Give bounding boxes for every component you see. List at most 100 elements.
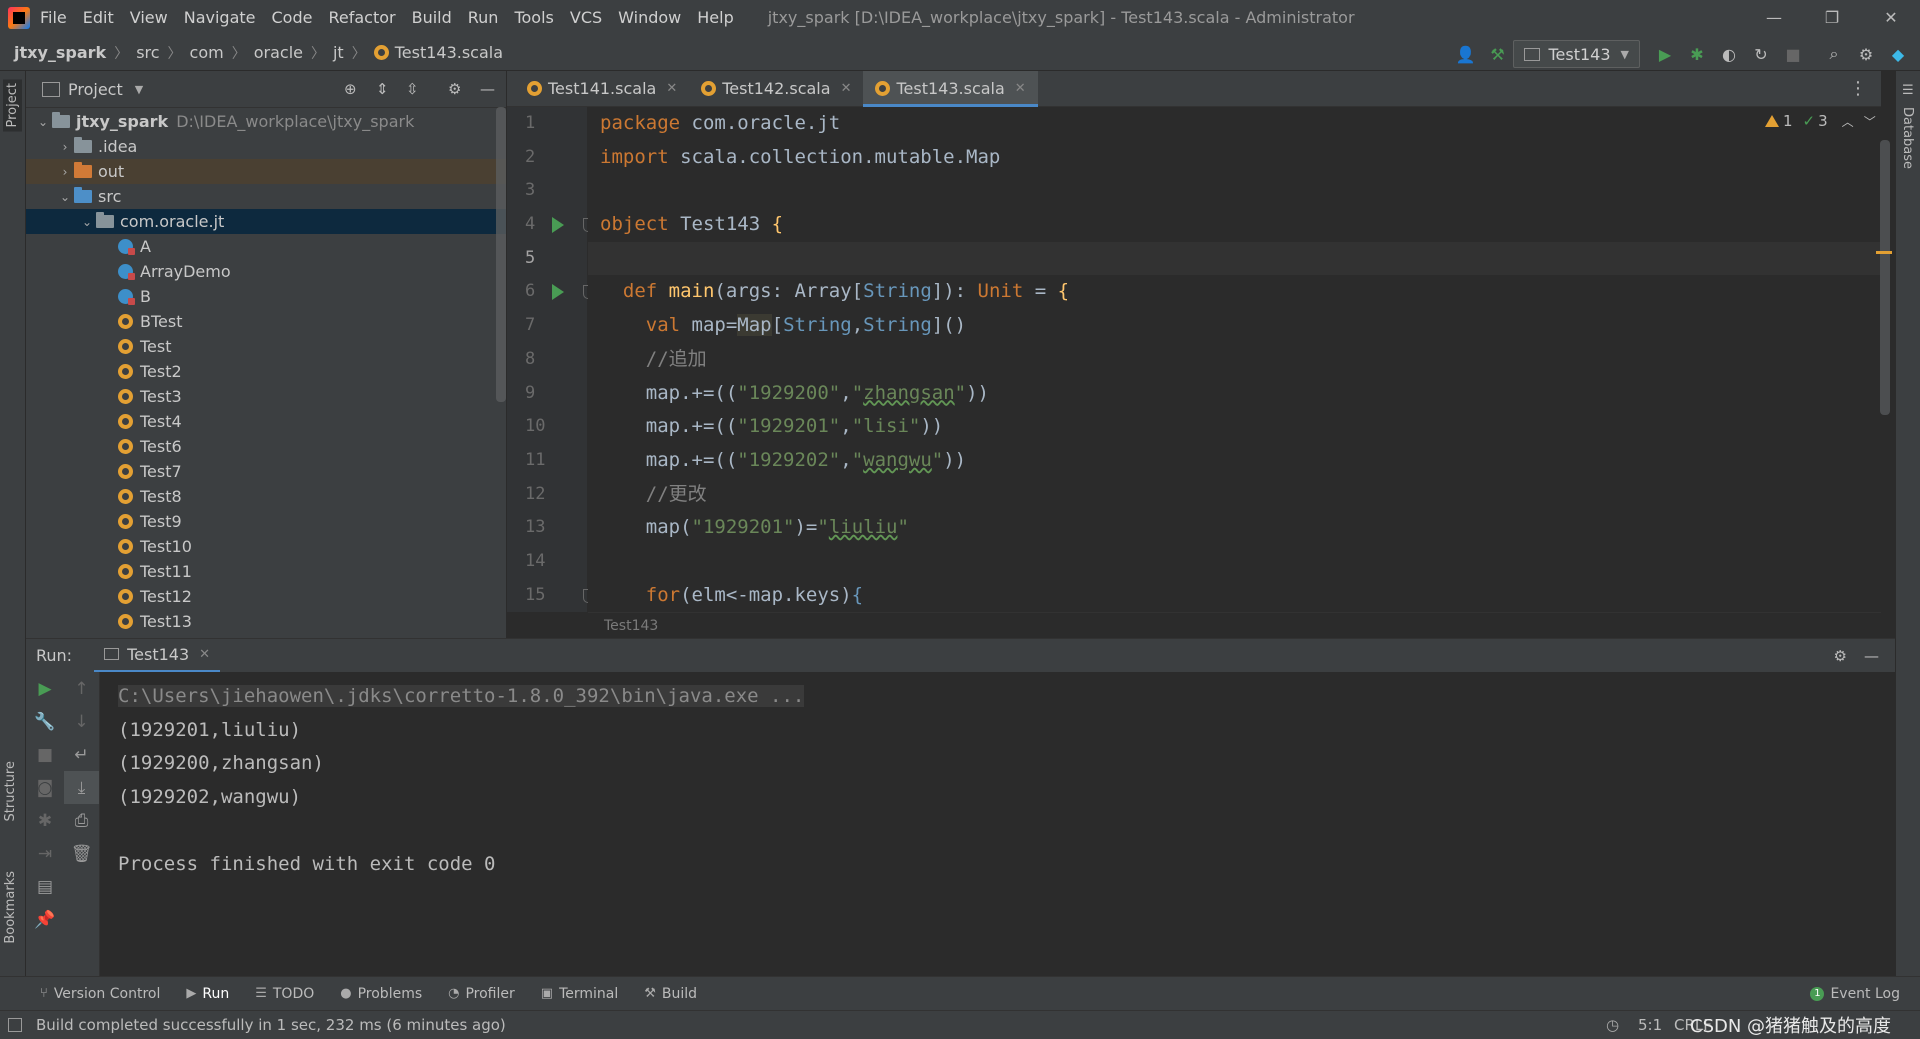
problems-tool[interactable]: ● Problems [340,986,422,1002]
breadcrumb-file[interactable]: Test143.scala [395,43,503,62]
menu-window[interactable]: Window [618,8,681,27]
exit-icon[interactable]: ⇥ [26,837,64,870]
tree-item[interactable]: ⌄ com.oracle.jt [26,209,506,234]
stop-icon[interactable]: ■ [1782,43,1804,65]
close-icon[interactable]: ✕ [841,81,852,96]
tree-item[interactable]: Test9 [26,509,506,534]
tree-item[interactable]: Test12 [26,584,506,609]
tree-item[interactable]: ⌄ jtxy_spark D:\IDEA_workplace\jtxy_spark [26,109,506,134]
tree-item[interactable]: Test2 [26,359,506,384]
chevron-down-icon[interactable]: ⌄ [34,115,52,129]
warning-stripe-marker[interactable] [1876,251,1892,254]
restore-button[interactable]: ❐ [1803,0,1861,35]
tree-item[interactable]: Test8 [26,484,506,509]
chevron-down-icon[interactable]: ▼ [135,83,143,96]
search-icon[interactable]: ⌕ [1823,43,1845,65]
plugin-icon[interactable]: ◆ [1887,43,1909,65]
tree-item[interactable]: Test3 [26,384,506,409]
scroll-to-end-icon[interactable]: ⤓ [64,771,99,804]
tree-item[interactable]: Test6 [26,434,506,459]
chevron-right-icon[interactable]: › [56,140,74,154]
tree-item[interactable]: ArrayDemo [26,259,506,284]
menu-tools[interactable]: Tools [514,8,553,27]
rerun-icon[interactable]: ▶ [26,672,64,705]
tree-item[interactable]: Test11 [26,559,506,584]
tree-item[interactable]: › .idea [26,134,506,159]
breadcrumb-com[interactable]: com [190,43,224,62]
soft-wrap-icon[interactable]: ↵ [64,738,99,771]
close-icon[interactable]: ✕ [199,647,210,662]
arrow-down-icon[interactable]: ↓ [64,705,99,738]
tab-test142[interactable]: Test142.scala ✕ [689,71,863,107]
run-gutter-icon[interactable] [552,284,564,301]
tree-item[interactable]: › out [26,159,506,184]
tree-item[interactable]: BTest [26,309,506,334]
minimize-button[interactable]: — [1745,0,1803,35]
more-tabs-icon[interactable]: ⋮ [1849,78,1867,99]
code-editor[interactable]: package com.oracle.jt import scala.colle… [588,107,1881,612]
coverage-icon[interactable]: ◐ [1718,43,1740,65]
menu-code[interactable]: Code [272,8,313,27]
profiler-tool[interactable]: ◔ Profiler [448,986,515,1002]
bookmarks-tool-tab[interactable]: Bookmarks [3,871,18,944]
menu-help[interactable]: Help [697,8,733,27]
breadcrumb-oracle[interactable]: oracle [254,43,303,62]
menu-view[interactable]: View [130,8,168,27]
toggle-tool-windows-icon[interactable] [8,1018,22,1032]
tree-item[interactable]: ⌄ src [26,184,506,209]
chevron-down-icon[interactable]: ﹀ [1864,113,1876,130]
menu-refactor[interactable]: Refactor [328,8,395,27]
project-tool-tab[interactable]: Project [3,79,22,132]
close-window-button[interactable]: ✕ [1862,0,1920,35]
hide-panel-icon[interactable]: — [480,80,495,98]
camera-icon[interactable]: ◙ [26,771,64,804]
close-icon[interactable]: ✕ [666,81,677,96]
pin-icon[interactable]: 📌 [26,903,64,936]
user-icon[interactable]: 👤 [1454,43,1476,65]
tree-item[interactable]: Test7 [26,459,506,484]
structure-tool-tab[interactable]: Structure [3,761,18,821]
run-icon[interactable]: ▶ [1654,43,1676,65]
editor-scrollbar[interactable] [1880,140,1890,415]
tree-item[interactable]: Test13 [26,609,506,634]
menu-run[interactable]: Run [468,8,499,27]
run-configuration-select[interactable]: Test143 ▼ [1513,40,1640,68]
profile-icon[interactable]: ↻ [1750,43,1772,65]
breadcrumb-src[interactable]: src [136,43,159,62]
stop-icon[interactable]: ■ [26,738,64,771]
todo-tool[interactable]: ☰ TODO [255,986,314,1002]
chevron-down-icon[interactable]: ⌄ [56,190,74,204]
run-gutter-icon[interactable] [552,217,564,234]
chevron-up-icon[interactable]: ︿ [1842,113,1854,130]
expand-all-icon[interactable]: ⇕ [376,80,389,98]
menu-file[interactable]: File [40,8,67,27]
locate-icon[interactable]: ⊕ [344,80,357,98]
gear-icon[interactable]: ⚙ [1855,43,1877,65]
tab-test143[interactable]: Test143.scala ✕ [863,70,1038,107]
menu-vcs[interactable]: VCS [570,8,602,27]
tree-item[interactable]: Test4 [26,409,506,434]
event-log-tool[interactable]: 1 Event Log [1810,986,1900,1002]
project-panel-title[interactable]: Project [68,80,123,99]
console-output[interactable]: C:\Users\jiehaowen\.jdks\corretto-1.8.0_… [100,672,1895,976]
hide-panel-icon[interactable]: — [1864,647,1879,665]
build-hammer-icon[interactable]: ⚒ [1486,43,1508,65]
tree-item[interactable]: Test10 [26,534,506,559]
gear-icon[interactable]: ⚙ [1834,647,1847,665]
build-tool[interactable]: ⚒ Build [644,986,697,1002]
menu-edit[interactable]: Edit [83,8,114,27]
debug-icon[interactable]: ✱ [1686,43,1708,65]
terminal-tool[interactable]: ▣ Terminal [541,986,618,1002]
project-scrollbar[interactable] [496,107,506,402]
inspection-widget[interactable]: 1 ✓ 3 ︿ ﹀ [1765,112,1876,130]
database-tool-tab[interactable]: Database [1900,107,1915,169]
breadcrumb-jt[interactable]: jt [333,43,344,62]
trash-icon[interactable]: 🗑 [64,837,99,870]
tab-test141[interactable]: Test141.scala ✕ [515,71,689,107]
collapse-all-icon[interactable]: ⇳ [406,80,419,98]
debug-icon[interactable]: ✱ [26,804,64,837]
run-tab[interactable]: Test143 ✕ [94,639,221,673]
tree-item[interactable]: B [26,284,506,309]
version-control-tool[interactable]: ⑂ Version Control [40,986,160,1002]
code-breadcrumb[interactable]: Test143 [604,618,658,634]
